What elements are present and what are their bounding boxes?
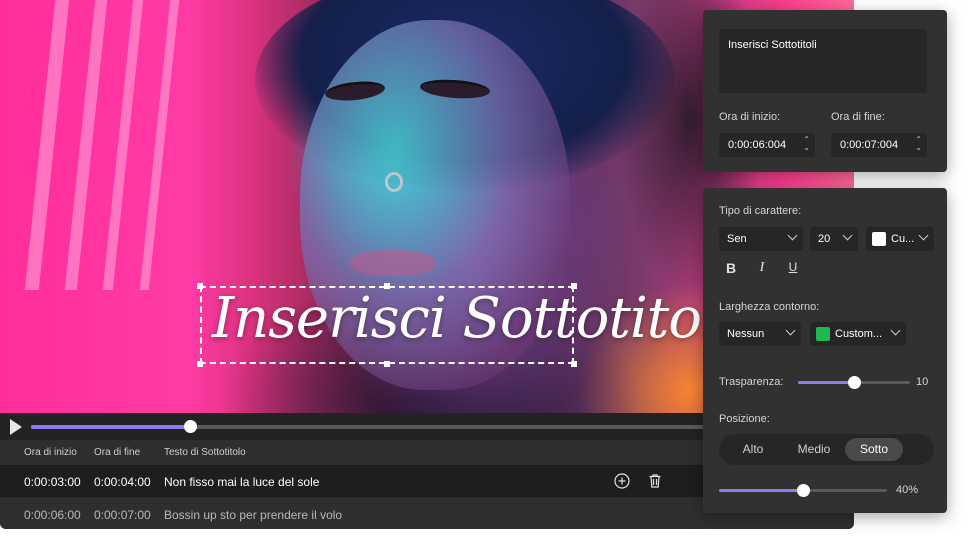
resize-handle[interactable] [384, 361, 390, 367]
end-time-label: Ora di fine: [831, 111, 885, 123]
position-option-medio[interactable]: Medio [785, 438, 843, 461]
chevron-down-icon [890, 325, 901, 336]
trash-icon[interactable] [647, 473, 663, 489]
row-subtitle-text[interactable]: Bossin up sto per prendere il volo [164, 508, 342, 522]
position-offset-value: 40% [896, 484, 919, 496]
outline-width-select[interactable]: Nessun [719, 322, 801, 346]
start-time-input[interactable]: 0:00:06:004 ⌃ ⌄ [719, 133, 815, 157]
nose-ring [385, 172, 403, 192]
add-circle-icon[interactable] [614, 473, 630, 489]
resize-handle[interactable] [197, 361, 203, 367]
outline-width-value: Nessun [727, 328, 765, 340]
row-start-time: 0:00:06:00 [24, 508, 81, 522]
column-header-end: Ora di fine [94, 447, 141, 458]
resize-handle[interactable] [384, 283, 390, 289]
font-family-select[interactable]: Sen [719, 227, 803, 251]
chevron-down-icon [785, 325, 796, 336]
neon-light [102, 0, 144, 290]
row-start-time: 0:00:03:00 [24, 475, 81, 489]
resize-handle[interactable] [197, 283, 203, 289]
position-offset-handle[interactable] [797, 484, 810, 497]
seek-progress [31, 425, 190, 429]
outline-label: Larghezza contorno: [719, 301, 820, 313]
position-option-alto[interactable]: Alto [725, 438, 781, 461]
resize-handle[interactable] [571, 283, 577, 289]
chevron-down-icon [787, 230, 798, 241]
end-time-value: 0:00:07:004 [840, 139, 899, 151]
subtitle-selection-box[interactable] [200, 286, 574, 364]
seek-handle[interactable] [183, 420, 197, 433]
row-end-time: 0:00:04:00 [94, 475, 151, 489]
subtitle-style-panel: Tipo di carattere: Sen 20 Cu... B I U La… [703, 188, 947, 513]
column-header-text: Testo di Sottotitolo [164, 447, 246, 458]
column-header-start: Ora di inizio [24, 447, 77, 458]
transparency-slider[interactable] [798, 376, 910, 389]
font-size-select[interactable]: 20 [810, 227, 858, 251]
position-offset-fill [719, 489, 803, 492]
outline-color-swatch [816, 327, 830, 341]
start-time-label: Ora di inizio: [719, 111, 781, 123]
font-color-value: Cu... [891, 233, 915, 245]
font-label: Tipo di carattere: [719, 205, 802, 217]
font-family-value: Sen [727, 233, 747, 245]
chevron-down-icon [918, 230, 929, 241]
stepper-icon[interactable]: ⌃ ⌄ [803, 136, 810, 152]
neon-light [24, 0, 70, 290]
position-option-sotto[interactable]: Sotto [845, 438, 903, 461]
outline-color-select[interactable]: Custom... [810, 322, 906, 346]
subtitle-text-input[interactable]: Inserisci Sottotitoli [719, 29, 927, 93]
position-segmented-control: Alto Medio Sotto [719, 434, 934, 465]
row-end-time: 0:00:07:00 [94, 508, 151, 522]
transparency-handle[interactable] [848, 376, 861, 389]
font-color-select[interactable]: Cu... [866, 227, 934, 251]
neon-light [64, 0, 108, 290]
resize-handle[interactable] [571, 361, 577, 367]
font-size-value: 20 [818, 233, 831, 245]
stepper-icon[interactable]: ⌃ ⌄ [915, 136, 922, 152]
play-icon[interactable] [10, 419, 22, 435]
bold-button[interactable]: B [723, 260, 739, 278]
end-time-input[interactable]: 0:00:07:004 ⌃ ⌄ [831, 133, 927, 157]
position-offset-slider[interactable] [719, 484, 887, 497]
transparency-label: Trasparenza: [719, 376, 784, 388]
outline-color-value: Custom... [835, 328, 883, 340]
chevron-down-icon [842, 230, 853, 241]
subtitle-text-panel: Inserisci Sottotitoli Ora di inizio: Ora… [703, 10, 947, 172]
video-subject-lips [350, 250, 435, 276]
underline-button[interactable]: U [785, 260, 801, 278]
start-time-value: 0:00:06:004 [728, 139, 787, 151]
italic-button[interactable]: I [754, 260, 770, 278]
font-color-swatch [872, 232, 886, 246]
seek-track[interactable] [31, 420, 721, 433]
position-label: Posizione: [719, 413, 770, 425]
transparency-value: 10 [916, 376, 929, 388]
row-subtitle-text[interactable]: Non fisso mai la luce del sole [164, 475, 319, 489]
transparency-fill [798, 381, 854, 384]
neon-light [139, 0, 180, 290]
